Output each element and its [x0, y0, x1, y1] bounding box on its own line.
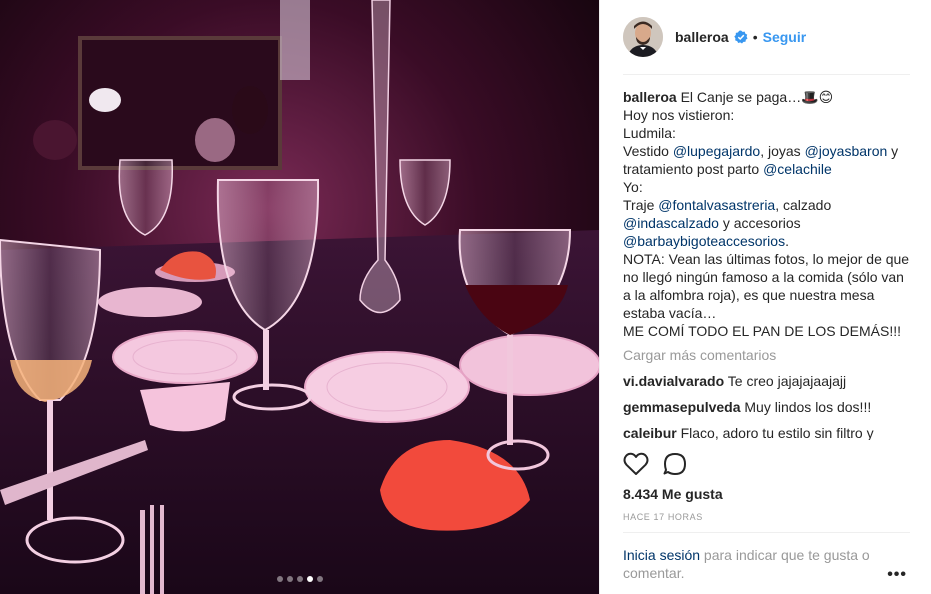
caption-text: Traje	[623, 197, 659, 213]
caption-text: y accesorios	[718, 215, 801, 231]
header-username[interactable]: balleroa	[675, 29, 729, 45]
login-link[interactable]: Inicia sesión	[623, 547, 700, 563]
comment-text: Muy lindos los dos!!!	[740, 399, 872, 415]
login-prompt: Inicia sesión para indicar que te gusta …	[623, 546, 893, 582]
mention-link[interactable]: @fontalvasastreria	[658, 197, 775, 213]
list-item: vi.davialvarado Te creo jajajajaajajj	[623, 372, 913, 390]
post-caption: balleroa El Canje se paga…🎩😊 Hoy nos vis…	[623, 88, 913, 340]
caption-text: .	[785, 233, 789, 249]
carousel-dot[interactable]	[296, 576, 303, 582]
avatar-portrait-icon	[623, 17, 663, 57]
caption-line: Hoy nos vistieron:	[623, 107, 735, 123]
comments-list[interactable]: balleroa El Canje se paga…🎩😊 Hoy nos vis…	[623, 88, 913, 440]
dinner-table-photo	[0, 0, 599, 594]
footer-divider	[623, 532, 910, 533]
caption-line: NOTA: Vean las últimas fotos, lo mejor d…	[623, 251, 910, 321]
heart-outline-icon[interactable]	[623, 452, 649, 476]
post-header: balleroa • Seguir	[623, 14, 806, 60]
like-count[interactable]: 8.434 Me gusta	[623, 486, 723, 502]
mention-link[interactable]: @celachile	[763, 161, 832, 177]
carousel-dot[interactable]	[306, 576, 313, 582]
post-timestamp[interactable]: HACE 17 HORAS	[623, 512, 703, 522]
comment-text: Te creo jajajajaajajj	[724, 373, 847, 389]
comment-text: Flaco, adoro tu estilo sin filtro y	[676, 425, 874, 440]
caption-text: , calzado	[775, 197, 832, 213]
mention-link[interactable]: @joyasbaron	[805, 143, 888, 159]
list-item: caleibur Flaco, adoro tu estilo sin filt…	[623, 424, 913, 440]
load-more-comments-button[interactable]: Cargar más comentarios	[623, 346, 913, 364]
mention-link[interactable]: @barbaybigoteaccesorios	[623, 233, 785, 249]
carousel-indicator	[0, 576, 599, 582]
caption-line: ME COMÍ TODO EL PAN DE LOS DEMÁS!!!	[623, 323, 901, 339]
verified-badge-icon	[734, 30, 748, 44]
caption-line: Ludmila:	[623, 125, 676, 141]
post-sidebar: balleroa • Seguir balleroa El Canje se p…	[599, 0, 931, 594]
caption-text: Vestido	[623, 143, 673, 159]
comment-username[interactable]: caleibur	[623, 425, 677, 440]
avatar[interactable]	[623, 17, 663, 57]
header-separator: •	[752, 29, 758, 45]
list-item: gemmasepulveda Muy lindos los dos!!!	[623, 398, 913, 416]
caption-line: Yo:	[623, 179, 643, 195]
caption-username[interactable]: balleroa	[623, 89, 677, 105]
header-divider	[623, 74, 910, 75]
mention-link[interactable]: @lupegajardo	[673, 143, 760, 159]
carousel-dot[interactable]	[276, 576, 283, 582]
instagram-post: balleroa • Seguir balleroa El Canje se p…	[0, 0, 931, 594]
caption-line: El Canje se paga…🎩😊	[676, 89, 834, 105]
speech-bubble-icon[interactable]	[663, 452, 687, 476]
follow-button[interactable]: Seguir	[763, 29, 807, 45]
action-bar	[623, 450, 687, 478]
mention-link[interactable]: @indascalzado	[623, 215, 719, 231]
carousel-dot[interactable]	[316, 576, 323, 582]
ellipsis-icon[interactable]: •••	[887, 566, 907, 584]
comment-username[interactable]: vi.davialvarado	[623, 373, 724, 389]
post-photo[interactable]	[0, 0, 599, 594]
comment-username[interactable]: gemmasepulveda	[623, 399, 741, 415]
carousel-dot[interactable]	[286, 576, 293, 582]
caption-text: , joyas	[760, 143, 805, 159]
